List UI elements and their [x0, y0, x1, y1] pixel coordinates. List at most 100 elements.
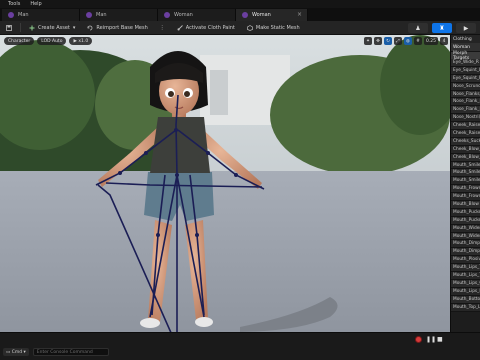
- menu-help[interactable]: Help: [30, 1, 41, 7]
- pause-icon[interactable]: ❚❚: [426, 336, 436, 343]
- skeletal-mesh-icon: [242, 12, 248, 18]
- grid-icon: #: [416, 38, 420, 44]
- scale-icon: ⤢: [396, 39, 400, 44]
- tab-man-1[interactable]: Man: [2, 9, 80, 21]
- mesh-mode-button[interactable]: ♜: [432, 23, 452, 33]
- morph-target-item[interactable]: Nose_Flank_Lower: [451, 106, 480, 115]
- menu-tools[interactable]: Tools: [8, 1, 20, 7]
- tab-label: Woman: [174, 12, 193, 18]
- stop-icon[interactable]: ■: [437, 336, 444, 343]
- viewport[interactable]: Character LOD Auto ▶ x1.0 ✦ ✥ ↻ ⤢ ◍ # 0.…: [0, 35, 450, 332]
- console-command-input[interactable]: Enter Console Command: [32, 348, 109, 356]
- morph-target-item[interactable]: Mouth_Lips_Part: [451, 287, 480, 296]
- tab-bar: Man Man Woman Woman ×: [0, 8, 480, 21]
- more-options-button[interactable]: ⋮: [154, 21, 171, 34]
- morph-target-item[interactable]: Cheek_Blow_R: [451, 153, 480, 162]
- morph-target-item[interactable]: Mouth_Blow: [451, 201, 480, 209]
- menu-bar: Tools Help: [0, 0, 480, 8]
- character-menu-button[interactable]: Character: [4, 37, 35, 45]
- skeletal-mesh-icon: [86, 12, 92, 18]
- cursor-icon: ✦: [366, 38, 370, 44]
- playback-speed-label: x1.0: [78, 38, 89, 44]
- morph-target-item[interactable]: Cheeks_Suck: [451, 137, 480, 146]
- morph-target-item[interactable]: Mouth_Pucker: [451, 208, 480, 217]
- mesh-icon: ♜: [439, 24, 445, 32]
- morph-target-item[interactable]: Mouth_Smile_R: [451, 169, 480, 178]
- morph-target-item[interactable]: Mouth_Plosive: [451, 256, 480, 265]
- select-mode-button[interactable]: ✦: [363, 37, 372, 45]
- viewport-scene: [0, 35, 450, 332]
- tab-label: Man: [96, 12, 107, 18]
- grid-snap-button[interactable]: #: [413, 37, 422, 45]
- morph-target-item[interactable]: Mouth_Frown_L: [451, 185, 480, 194]
- morph-target-item[interactable]: Cheek_Raise_L: [451, 122, 480, 131]
- more-icon: ⋮: [159, 24, 165, 31]
- camera-speed-button[interactable]: 0.25: [423, 37, 438, 45]
- morph-target-item[interactable]: Mouth_Lips_Tuck: [451, 272, 480, 280]
- tab-woman-2[interactable]: Woman ×: [236, 9, 308, 21]
- add-icon: [29, 25, 35, 30]
- world-space-button[interactable]: ◍: [403, 37, 412, 45]
- morph-target-item[interactable]: Eye_Squint_L: [451, 66, 480, 75]
- tab-label: Man: [18, 12, 29, 18]
- save-button[interactable]: [0, 21, 18, 34]
- reimport-base-mesh-button[interactable]: Reimport Base Mesh: [81, 21, 153, 34]
- morph-target-item[interactable]: Mouth_Widen: [451, 224, 480, 233]
- scale-button[interactable]: ⤢: [393, 37, 402, 45]
- morph-target-item[interactable]: Eye_Wide_R: [451, 59, 480, 67]
- tab-man-2[interactable]: Man: [80, 9, 158, 21]
- morph-target-item[interactable]: Nose_Flanks_Up: [451, 90, 480, 99]
- rotate-icon: ↻: [386, 38, 390, 44]
- rotate-button[interactable]: ↻: [383, 37, 392, 45]
- lod-menu-button[interactable]: LOD Auto: [37, 37, 67, 45]
- animation-mode-button[interactable]: ▶: [456, 23, 476, 33]
- cmd-label: Cmd: [11, 349, 23, 355]
- playback-speed-button[interactable]: ▶ x1.0: [69, 37, 93, 45]
- morph-target-list: Eye_Wide_R Eye_Squint_L Eye_Squint_R Nose_S…: [451, 59, 480, 312]
- create-asset-button[interactable]: Create Asset ▾: [23, 21, 81, 34]
- activate-cloth-label: Activate Cloth Paint: [185, 24, 235, 31]
- morph-target-item[interactable]: Mouth_Lips_Open: [451, 279, 480, 288]
- morph-target-item[interactable]: Mouth_Frown_R: [451, 193, 480, 202]
- make-static-mesh-button[interactable]: Make Static Mesh: [241, 21, 306, 34]
- morph-target-item[interactable]: Eye_Squint_R: [451, 74, 480, 83]
- morph-target-item[interactable]: Mouth_Smile_Sharp: [451, 177, 480, 186]
- morph-target-item[interactable]: Mouth_Widen_Sides: [451, 232, 480, 241]
- morph-target-item[interactable]: Mouth_Top_Lip_Up: [451, 303, 480, 312]
- layout-value: 4: [442, 38, 446, 44]
- make-static-label: Make Static Mesh: [255, 24, 300, 31]
- console-cmd-button[interactable]: ▭ Cmd ▾: [3, 348, 29, 356]
- save-icon: [6, 24, 12, 31]
- panel-title: Clothing: [451, 35, 480, 43]
- skeletal-mesh-icon: [164, 12, 170, 18]
- toolbar-divider: [20, 23, 21, 32]
- chevron-down-icon: ▾: [72, 24, 76, 31]
- chevron-down-icon: ▾: [22, 349, 26, 355]
- globe-icon: ◍: [406, 38, 410, 44]
- morph-target-item[interactable]: Nose_Scrunch: [451, 82, 480, 91]
- animation-icon: ▶: [463, 24, 469, 32]
- skeleton-mode-button[interactable]: ♟: [408, 23, 428, 33]
- morph-target-item[interactable]: Mouth_Pucker_Open: [451, 216, 480, 225]
- move-icon: ✥: [376, 38, 380, 44]
- morph-target-item[interactable]: Cheek_Blow_L: [451, 145, 480, 154]
- close-tab-icon[interactable]: ×: [297, 11, 302, 18]
- morph-target-item[interactable]: Mouth_Lips_Tight: [451, 264, 480, 273]
- morph-target-item[interactable]: Mouth_Dimple_R: [451, 248, 480, 257]
- morph-target-item[interactable]: Nose_Flank_Raise: [451, 98, 480, 107]
- morph-target-item[interactable]: Mouth_Smile_L: [451, 161, 480, 170]
- asset-toolbar: Create Asset ▾ Reimport Base Mesh ⋮ Acti…: [0, 21, 480, 35]
- record-icon[interactable]: [415, 336, 422, 343]
- morph-target-item[interactable]: Nose_Nostril_Flare: [451, 114, 480, 123]
- bottom-bar: ❚❚ ■ ▭ Cmd ▾ Enter Console Command: [0, 332, 480, 360]
- morph-target-item[interactable]: Mouth_Bottom_Lip: [451, 295, 480, 304]
- activate-cloth-paint-button[interactable]: Activate Cloth Paint: [171, 21, 241, 34]
- morph-targets-header[interactable]: Morph Targets: [451, 51, 480, 61]
- morph-target-item[interactable]: Mouth_Dimple_L: [451, 240, 480, 249]
- reimport-icon: [87, 25, 93, 30]
- tab-woman-1[interactable]: Woman: [158, 9, 236, 21]
- translate-button[interactable]: ✥: [373, 37, 382, 45]
- morph-target-item[interactable]: Cheek_Raise_R: [451, 130, 480, 138]
- layout-button[interactable]: 4: [440, 37, 448, 45]
- create-asset-label: Create Asset: [38, 24, 70, 31]
